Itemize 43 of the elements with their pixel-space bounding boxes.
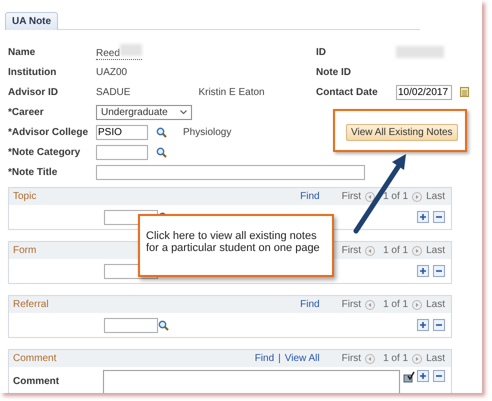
field-value: Reed: [96, 44, 142, 60]
section-title: Referral: [13, 299, 49, 310]
first-link[interactable]: First: [342, 353, 362, 364]
field-label: Name: [8, 46, 36, 58]
input-field[interactable]: PSIO: [96, 124, 148, 140]
link-separator: |: [278, 353, 281, 364]
career-select[interactable]: Undergraduate: [96, 104, 192, 120]
callout-tooltip: Click here to view all existing notes for a particular student on one page: [138, 214, 334, 277]
field-label: *Note Title: [8, 166, 58, 178]
field-label: Institution: [8, 66, 58, 78]
last-link[interactable]: Last: [426, 353, 445, 364]
field-value: UAZ00: [96, 66, 128, 78]
find-link[interactable]: Find: [300, 191, 320, 202]
field-label: ID: [316, 46, 327, 58]
find-link[interactable]: Find: [300, 299, 320, 310]
field-value: Kristin E Eaton: [198, 86, 265, 98]
row-count: 1 of 1: [383, 299, 408, 310]
section-title: Comment: [13, 353, 56, 364]
field-value: SADUE: [96, 86, 130, 98]
last-link[interactable]: Last: [426, 191, 445, 202]
view-all-link[interactable]: View All: [284, 353, 320, 364]
row-count: 1 of 1: [383, 191, 408, 202]
field-label: Comment: [13, 376, 60, 387]
last-link[interactable]: Last: [426, 299, 445, 310]
row-count: 1 of 1: [383, 245, 408, 256]
field-label: Advisor ID: [8, 86, 60, 98]
field-label: Contact Date: [316, 86, 379, 98]
first-link[interactable]: First: [342, 245, 362, 256]
row-count: 1 of 1: [383, 353, 408, 364]
view-all-notes-button[interactable]: View All Existing Notes: [346, 124, 458, 140]
first-link[interactable]: First: [342, 191, 362, 202]
section-title: Topic: [13, 191, 36, 202]
field-label: Note ID: [316, 66, 352, 78]
field-label: *Career: [8, 106, 45, 118]
field-value: Physiology: [183, 126, 232, 138]
field-label: *Advisor College: [8, 126, 90, 138]
find-link[interactable]: Find: [254, 353, 274, 364]
field-label: *Note Category: [8, 146, 82, 158]
date-field[interactable]: 10/02/2017: [396, 84, 452, 100]
section-title: Form: [13, 245, 36, 256]
first-link[interactable]: First: [342, 299, 362, 310]
last-link[interactable]: Last: [426, 245, 445, 256]
tab[interactable]: UA Note: [5, 12, 58, 30]
